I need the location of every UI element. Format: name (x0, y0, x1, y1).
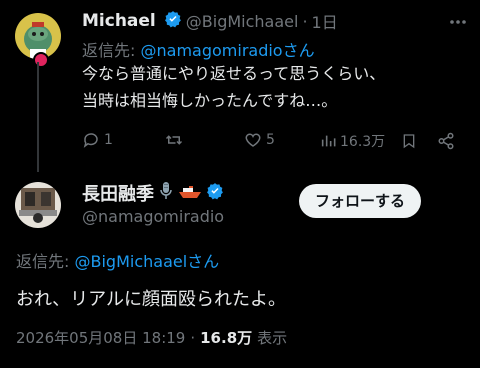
replying-to-suffix: さん (187, 252, 220, 271)
reply-text-line-2: 当時は相当悔しかったんですね…。 (82, 91, 338, 110)
separator-dot: · (302, 11, 308, 31)
bookmark-button[interactable] (401, 132, 417, 154)
follow-button[interactable]: フォローする (299, 184, 422, 218)
tweet-timestamp[interactable]: 2026年05月08日 18:19 (16, 327, 185, 348)
main-header: 長田融季 (82, 180, 224, 206)
replying-to-link[interactable]: @namagomiradio (141, 41, 283, 60)
main-replying-to: 返信先: @BigMichaaelさん (16, 248, 219, 272)
view-count: 16.3万 (340, 134, 386, 150)
more-options-button[interactable] (448, 12, 468, 36)
microphone-icon (158, 181, 174, 205)
reply-header: Michael @BigMichaael · 1日 (82, 9, 338, 33)
reply-replying-to: 返信先: @namagomiradioさん (82, 37, 315, 61)
reply-author-name[interactable]: Michael (82, 11, 156, 31)
avatar-badge-icon (33, 52, 49, 68)
reply-icon (83, 133, 98, 148)
reply-author-handle[interactable]: @BigMichaael (186, 12, 299, 31)
verified-icon (206, 182, 224, 204)
verified-icon (164, 10, 182, 32)
boat-icon (178, 184, 202, 203)
like-action[interactable]: 5 (244, 131, 275, 149)
views-action[interactable]: 16.3万 (320, 131, 385, 151)
retweet-action[interactable] (164, 131, 188, 149)
views-icon (321, 135, 336, 147)
reply-count: 1 (104, 132, 113, 148)
view-count: 16.8万 (200, 329, 253, 347)
separator-dot: · (190, 328, 196, 347)
thread-line (37, 62, 39, 172)
replying-to-prefix: 返信先: (82, 41, 136, 60)
like-count: 5 (266, 132, 275, 148)
more-icon (450, 20, 466, 24)
share-button[interactable] (437, 132, 455, 154)
reply-action[interactable]: 1 (82, 131, 113, 149)
share-icon (438, 132, 454, 150)
nagata-avatar[interactable] (15, 182, 61, 228)
retweet-icon (165, 135, 183, 145)
replying-to-link[interactable]: @BigMichaael (75, 252, 188, 271)
replying-to-suffix: さん (282, 41, 315, 60)
heart-icon (245, 133, 261, 147)
reply-text-line-1: 今なら普通にやり返せるって思うくらい、 (82, 64, 386, 83)
replying-to-prefix: 返信先: (16, 252, 70, 271)
main-tweet-meta: 2026年05月08日 18:19 · 16.8万 表示 (16, 327, 287, 348)
main-author-name[interactable]: 長田融季 (82, 180, 154, 206)
bookmark-icon (403, 134, 415, 149)
main-tweet-text: おれ、リアルに顔面殴られたよ。 (16, 289, 286, 310)
views-label: 表示 (257, 329, 288, 347)
main-author-handle[interactable]: @namagomiradio (82, 207, 224, 226)
reply-time[interactable]: 1日 (312, 9, 338, 33)
